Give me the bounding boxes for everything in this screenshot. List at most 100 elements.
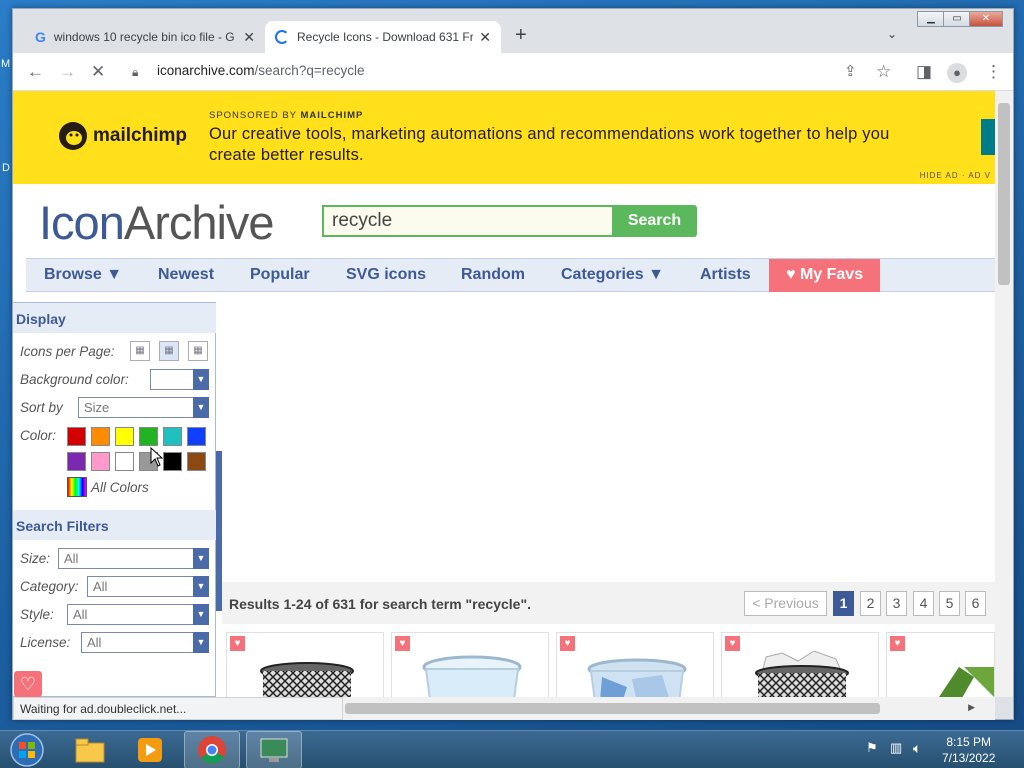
search-filters-header[interactable]: Search Filters xyxy=(13,510,216,540)
menu-kebab-icon[interactable]: ⋮ xyxy=(985,62,1002,82)
previous-page-button[interactable]: < Previous xyxy=(744,591,827,616)
color-swatch[interactable] xyxy=(67,452,86,471)
icon-card[interactable]: ♥ xyxy=(886,632,995,697)
nav-browse[interactable]: Browse ▼ xyxy=(44,259,122,292)
back-icon[interactable]: ← xyxy=(27,62,44,82)
sort-by-select[interactable]: Size ▼ xyxy=(78,397,209,418)
nav-artists[interactable]: Artists xyxy=(700,259,751,292)
start-button[interactable] xyxy=(2,731,52,768)
share-icon[interactable]: ⇪ xyxy=(844,62,857,82)
page-1-button[interactable]: 1 xyxy=(833,591,854,616)
vertical-scroll-thumb[interactable] xyxy=(998,103,1010,285)
page-2-button[interactable]: 2 xyxy=(860,591,881,616)
filter-license-select[interactable]: All ▼ xyxy=(81,632,209,653)
nav-popular[interactable]: Popular xyxy=(250,259,310,292)
page-5-button[interactable]: 5 xyxy=(939,591,960,616)
favorite-heart-icon[interactable]: ♥ xyxy=(890,636,905,651)
filter-style-select[interactable]: All ▼ xyxy=(67,604,209,625)
search-button[interactable]: Search xyxy=(612,205,697,237)
volume-icon[interactable]: 🔈︎ xyxy=(913,740,921,757)
page-4-button[interactable]: 4 xyxy=(913,591,934,616)
maximize-button[interactable]: ▭ xyxy=(943,11,971,27)
network-icon[interactable]: ▥ xyxy=(890,740,902,756)
url-path: /search?q=recycle xyxy=(254,63,365,78)
grid-medium-icon[interactable]: ▦ xyxy=(159,341,179,361)
sponsored-label: SPONSORED BY MAILCHIMP xyxy=(209,110,363,121)
page-6-button[interactable]: 6 xyxy=(965,591,986,616)
taskbar-chrome[interactable] xyxy=(184,731,240,768)
grid-small-icon[interactable]: ▦ xyxy=(130,341,150,361)
nav-newest[interactable]: Newest xyxy=(158,259,214,292)
system-clock[interactable]: 8:15 PM 7/13/2022 xyxy=(942,734,995,766)
close-tab-icon[interactable]: ✕ xyxy=(243,29,255,46)
mailchimp-monkey-icon xyxy=(59,122,87,150)
nav-svg-icons[interactable]: SVG icons xyxy=(346,259,426,292)
tab-google-search[interactable]: G windows 10 recycle bin ico file - G ✕ xyxy=(25,21,265,53)
bookmark-star-icon[interactable]: ☆ xyxy=(876,62,891,82)
taskbar-explorer[interactable] xyxy=(62,731,118,768)
taskbar-remote-app[interactable] xyxy=(246,731,302,768)
grid-large-icon[interactable]: ▦ xyxy=(188,341,208,361)
scroll-right-arrow-icon[interactable]: ▶ xyxy=(968,702,975,713)
address-bar[interactable]: iconarchive.com/search?q=recycle xyxy=(157,63,364,78)
all-colors-icon[interactable] xyxy=(67,477,87,497)
background-color-select[interactable]: ▼ xyxy=(150,369,209,390)
sponsor-name: MAILCHIMP xyxy=(300,110,364,121)
icon-card[interactable]: ♥ xyxy=(721,632,879,697)
lock-icon[interactable]: 🔒︎ xyxy=(132,62,138,82)
ad-cta-button[interactable] xyxy=(981,119,995,155)
filter-category-select[interactable]: All ▼ xyxy=(87,576,209,597)
sort-by-value: Size xyxy=(84,400,110,415)
color-swatch[interactable] xyxy=(91,427,110,446)
tab-search-chevron-icon[interactable]: ⌄ xyxy=(887,27,897,41)
all-colors-link[interactable]: All Colors xyxy=(91,480,149,495)
icon-card[interactable]: ♥ xyxy=(556,632,714,697)
page-3-button[interactable]: 3 xyxy=(886,591,907,616)
ad-message[interactable]: Our creative tools, marketing automation… xyxy=(209,124,929,166)
profile-avatar-icon[interactable]: ● xyxy=(947,63,967,83)
stop-loading-icon[interactable]: ✕ xyxy=(91,62,105,82)
icon-card[interactable]: ♥ xyxy=(226,632,384,697)
nav-random[interactable]: Random xyxy=(461,259,525,292)
color-swatch[interactable] xyxy=(67,427,86,446)
color-swatch[interactable] xyxy=(187,452,206,471)
side-panel-icon[interactable]: ◨ xyxy=(916,62,932,82)
mailchimp-logo[interactable]: mailchimp xyxy=(57,120,187,152)
taskbar-media-player[interactable] xyxy=(122,731,178,768)
minimize-button[interactable]: ▁ xyxy=(917,11,945,27)
filter-size-select[interactable]: All ▼ xyxy=(58,548,209,569)
color-swatch[interactable] xyxy=(187,427,206,446)
filter-size-label: Size: xyxy=(20,551,51,566)
color-swatch[interactable] xyxy=(115,452,134,471)
nav-categories[interactable]: Categories ▼ xyxy=(561,259,664,292)
action-center-flag-icon[interactable]: ⚑ xyxy=(866,740,878,756)
favorite-heart-icon[interactable]: ♥ xyxy=(395,636,410,651)
color-swatch[interactable] xyxy=(115,427,134,446)
nav-my-favs[interactable]: ♥ My Favs xyxy=(769,259,881,292)
display-header[interactable]: Display xyxy=(13,303,216,333)
close-button[interactable]: ✕ xyxy=(969,11,1003,27)
iconarchive-logo[interactable]: IconArchive xyxy=(39,195,275,250)
main-nav: Browse ▼ Newest Popular SVG icons Random… xyxy=(26,258,995,292)
favorite-heart-icon[interactable]: ♥ xyxy=(560,636,575,651)
favorites-heart-icon[interactable]: ♡ xyxy=(14,671,42,697)
favorite-heart-icon[interactable]: ♥ xyxy=(725,636,740,651)
icon-card[interactable]: ♥ xyxy=(391,632,549,697)
forward-icon[interactable]: → xyxy=(59,62,76,82)
tab-recycle-icons[interactable]: Recycle Icons - Download 631 Fre ✕ xyxy=(265,21,501,53)
filter-license-value: All xyxy=(87,635,102,650)
horizontal-scrollbar[interactable]: ▶ xyxy=(343,697,995,720)
hide-ad-link[interactable]: HIDE AD · AD V xyxy=(920,171,991,180)
vertical-scrollbar[interactable] xyxy=(995,91,1013,697)
new-tab-icon[interactable]: + xyxy=(515,24,527,47)
color-swatch[interactable] xyxy=(163,427,182,446)
favorite-heart-icon[interactable]: ♥ xyxy=(230,636,245,651)
close-tab-icon[interactable]: ✕ xyxy=(479,29,491,46)
color-swatch[interactable] xyxy=(91,452,110,471)
color-swatch[interactable] xyxy=(139,427,158,446)
monitor-app-icon xyxy=(260,738,288,762)
horizontal-scroll-thumb[interactable] xyxy=(345,703,880,714)
mailchimp-ad-banner[interactable]: mailchimp SPONSORED BY MAILCHIMP Our cre… xyxy=(13,91,995,184)
search-input[interactable]: recycle xyxy=(322,205,612,237)
color-swatch[interactable] xyxy=(163,452,182,471)
